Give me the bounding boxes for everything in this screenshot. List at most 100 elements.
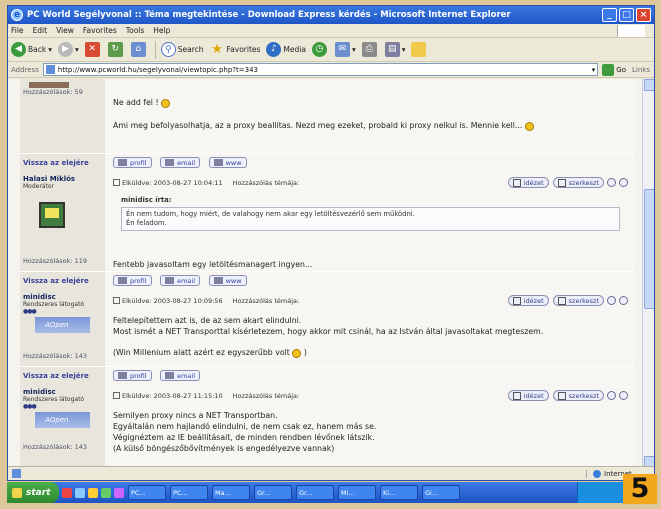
history-button[interactable]: ◷ <box>311 42 329 57</box>
www-button[interactable]: www <box>208 157 247 168</box>
status-page-icon <box>12 469 21 478</box>
address-dropdown-icon[interactable]: ▾ <box>592 66 598 74</box>
post-count: Hozzászólások: 119 <box>23 257 88 265</box>
taskbar-button[interactable]: Gr... <box>296 485 334 500</box>
edit-button[interactable]: ▤ ▾ <box>384 42 405 57</box>
quote-button[interactable]: idézet <box>507 390 549 401</box>
mail-button[interactable]: ✉ ▾ <box>334 42 356 57</box>
quote-box: Én nem tudom, hogy miért, de valahogy ne… <box>121 207 620 231</box>
taskbar-button[interactable]: Ki... <box>380 485 418 500</box>
menu-bar: File Edit View Favorites Tools Help <box>8 24 654 38</box>
vertical-scrollbar[interactable] <box>642 79 654 468</box>
refresh-button[interactable]: ↻ <box>107 42 125 57</box>
taskbar-button[interactable]: Gr... <box>254 485 292 500</box>
profile-button[interactable]: profil <box>113 157 152 168</box>
favorites-button[interactable]: ★ Favorites <box>210 42 260 57</box>
back-button[interactable]: ◀ Back ▾ <box>11 42 52 57</box>
taskbar-button[interactable]: Mi... <box>338 485 376 500</box>
menu-tools[interactable]: Tools <box>126 26 144 35</box>
post-body: Elküldve: 2003-08-27 10:04:11 Hozzászólá… <box>105 172 634 271</box>
email-button[interactable]: email <box>160 157 201 168</box>
ip-icon[interactable] <box>619 391 628 400</box>
forward-button[interactable]: ▶ ▾ <box>57 42 79 57</box>
post-username[interactable]: Halasi Miklós <box>23 175 102 183</box>
post-subject-label: Hozzászólás témája: <box>232 178 300 187</box>
figure-number-badge: 5 <box>623 474 657 504</box>
post-subject-label: Hozzászólás témája: <box>232 296 300 305</box>
quick-launch-icon[interactable] <box>62 487 72 498</box>
ip-icon[interactable] <box>619 296 628 305</box>
profile-button[interactable]: profil <box>113 370 152 381</box>
www-button[interactable]: www <box>208 275 247 286</box>
address-bar: Address http://www.pcworld.hu/segelyvona… <box>8 62 654 78</box>
post-username[interactable]: minidisc <box>23 293 102 301</box>
ip-icon[interactable] <box>619 178 628 187</box>
forum-post: minidisc Rendszeres látogató ●●● AOpen H… <box>20 290 634 367</box>
quote-button[interactable]: idézet <box>507 177 549 188</box>
close-button[interactable]: × <box>636 8 651 22</box>
taskbar-button[interactable]: PC... <box>170 485 208 500</box>
internet-globe-icon <box>593 469 601 478</box>
taskbar-button[interactable]: Ma... <box>212 485 250 500</box>
quick-launch-icon[interactable] <box>88 487 98 498</box>
back-to-top-link[interactable]: Vissza az elejére <box>23 159 89 167</box>
menu-view[interactable]: View <box>56 26 74 35</box>
profile-button[interactable]: profil <box>113 275 152 286</box>
quote-icon <box>512 391 521 400</box>
edit-post-button[interactable]: szerkeszt <box>552 295 604 306</box>
post-author-column: minidisc Rendszeres látogató ●●● AOpen H… <box>20 385 105 468</box>
quote-button[interactable]: idézet <box>507 295 549 306</box>
status-bar: Internet <box>8 466 654 480</box>
scroll-up-icon[interactable] <box>644 79 654 91</box>
post-date: Elküldve: 2003-08-27 11:15:10 <box>122 391 223 400</box>
post-date: Elküldve: 2003-08-27 10:04:11 <box>122 178 223 187</box>
delete-icon[interactable] <box>607 178 616 187</box>
address-label: Address <box>11 65 39 74</box>
go-arrow-icon <box>602 63 615 76</box>
menu-file[interactable]: File <box>11 26 24 35</box>
media-button[interactable]: ♪ Media <box>266 42 306 57</box>
back-to-top-link[interactable]: Vissza az elejére <box>23 372 89 380</box>
menu-help[interactable]: Help <box>153 26 170 35</box>
quote-line: Én nem tudom, hogy miért, de valahogy ne… <box>126 210 415 218</box>
taskbar-button[interactable]: Gi... <box>422 485 460 500</box>
quick-launch-icon[interactable] <box>101 487 111 498</box>
taskbar: start PC... PC... Ma... Gr... Gr... Mi..… <box>7 482 655 503</box>
address-input[interactable]: http://www.pcworld.hu/segelyvonal/viewto… <box>42 63 599 76</box>
stop-icon: ✕ <box>84 42 100 57</box>
maximize-button[interactable]: □ <box>619 8 634 22</box>
windows-logo-icon <box>12 487 22 498</box>
user-rank: Moderátor <box>23 183 54 190</box>
folder-button[interactable] <box>411 42 428 57</box>
menu-favorites[interactable]: Favorites <box>83 26 117 35</box>
minimize-button[interactable]: _ <box>602 8 617 22</box>
back-to-top-link[interactable]: Vissza az elejére <box>23 277 89 285</box>
post-icon <box>113 179 120 186</box>
stop-button[interactable]: ✕ <box>84 42 102 57</box>
post-count: Hozzászólások: 143 <box>23 443 88 451</box>
home-button[interactable]: ⌂ <box>130 42 148 57</box>
quick-launch-icon[interactable] <box>75 487 85 498</box>
forum-post: Halasi Miklós Moderátor Hozzászólások: 1… <box>20 172 634 272</box>
taskbar-button[interactable]: PC... <box>128 485 166 500</box>
print-button[interactable]: ⎙ <box>361 42 379 57</box>
smiley-icon <box>524 121 534 131</box>
edit-post-button[interactable]: szerkeszt <box>552 390 604 401</box>
search-button[interactable]: ⚲ Search <box>160 42 204 57</box>
go-button[interactable]: Go <box>602 63 626 76</box>
email-button[interactable]: email <box>160 370 201 381</box>
post-icon <box>113 297 120 304</box>
links-label[interactable]: Links <box>632 66 650 74</box>
edit-post-button[interactable]: szerkeszt <box>552 177 604 188</box>
scroll-thumb[interactable] <box>644 189 654 309</box>
email-button[interactable]: email <box>160 275 201 286</box>
delete-icon[interactable] <box>607 391 616 400</box>
start-button[interactable]: start <box>7 482 59 503</box>
post-username[interactable]: minidisc <box>23 388 102 396</box>
delete-icon[interactable] <box>607 296 616 305</box>
menu-edit[interactable]: Edit <box>33 26 48 35</box>
post-text-line: Semilyen proxy nincs a NET Transportban. <box>113 411 278 420</box>
quick-launch-icon[interactable] <box>114 487 124 498</box>
post-count: Hozzászólások: 143 <box>23 352 88 360</box>
profile-icon <box>118 372 127 379</box>
